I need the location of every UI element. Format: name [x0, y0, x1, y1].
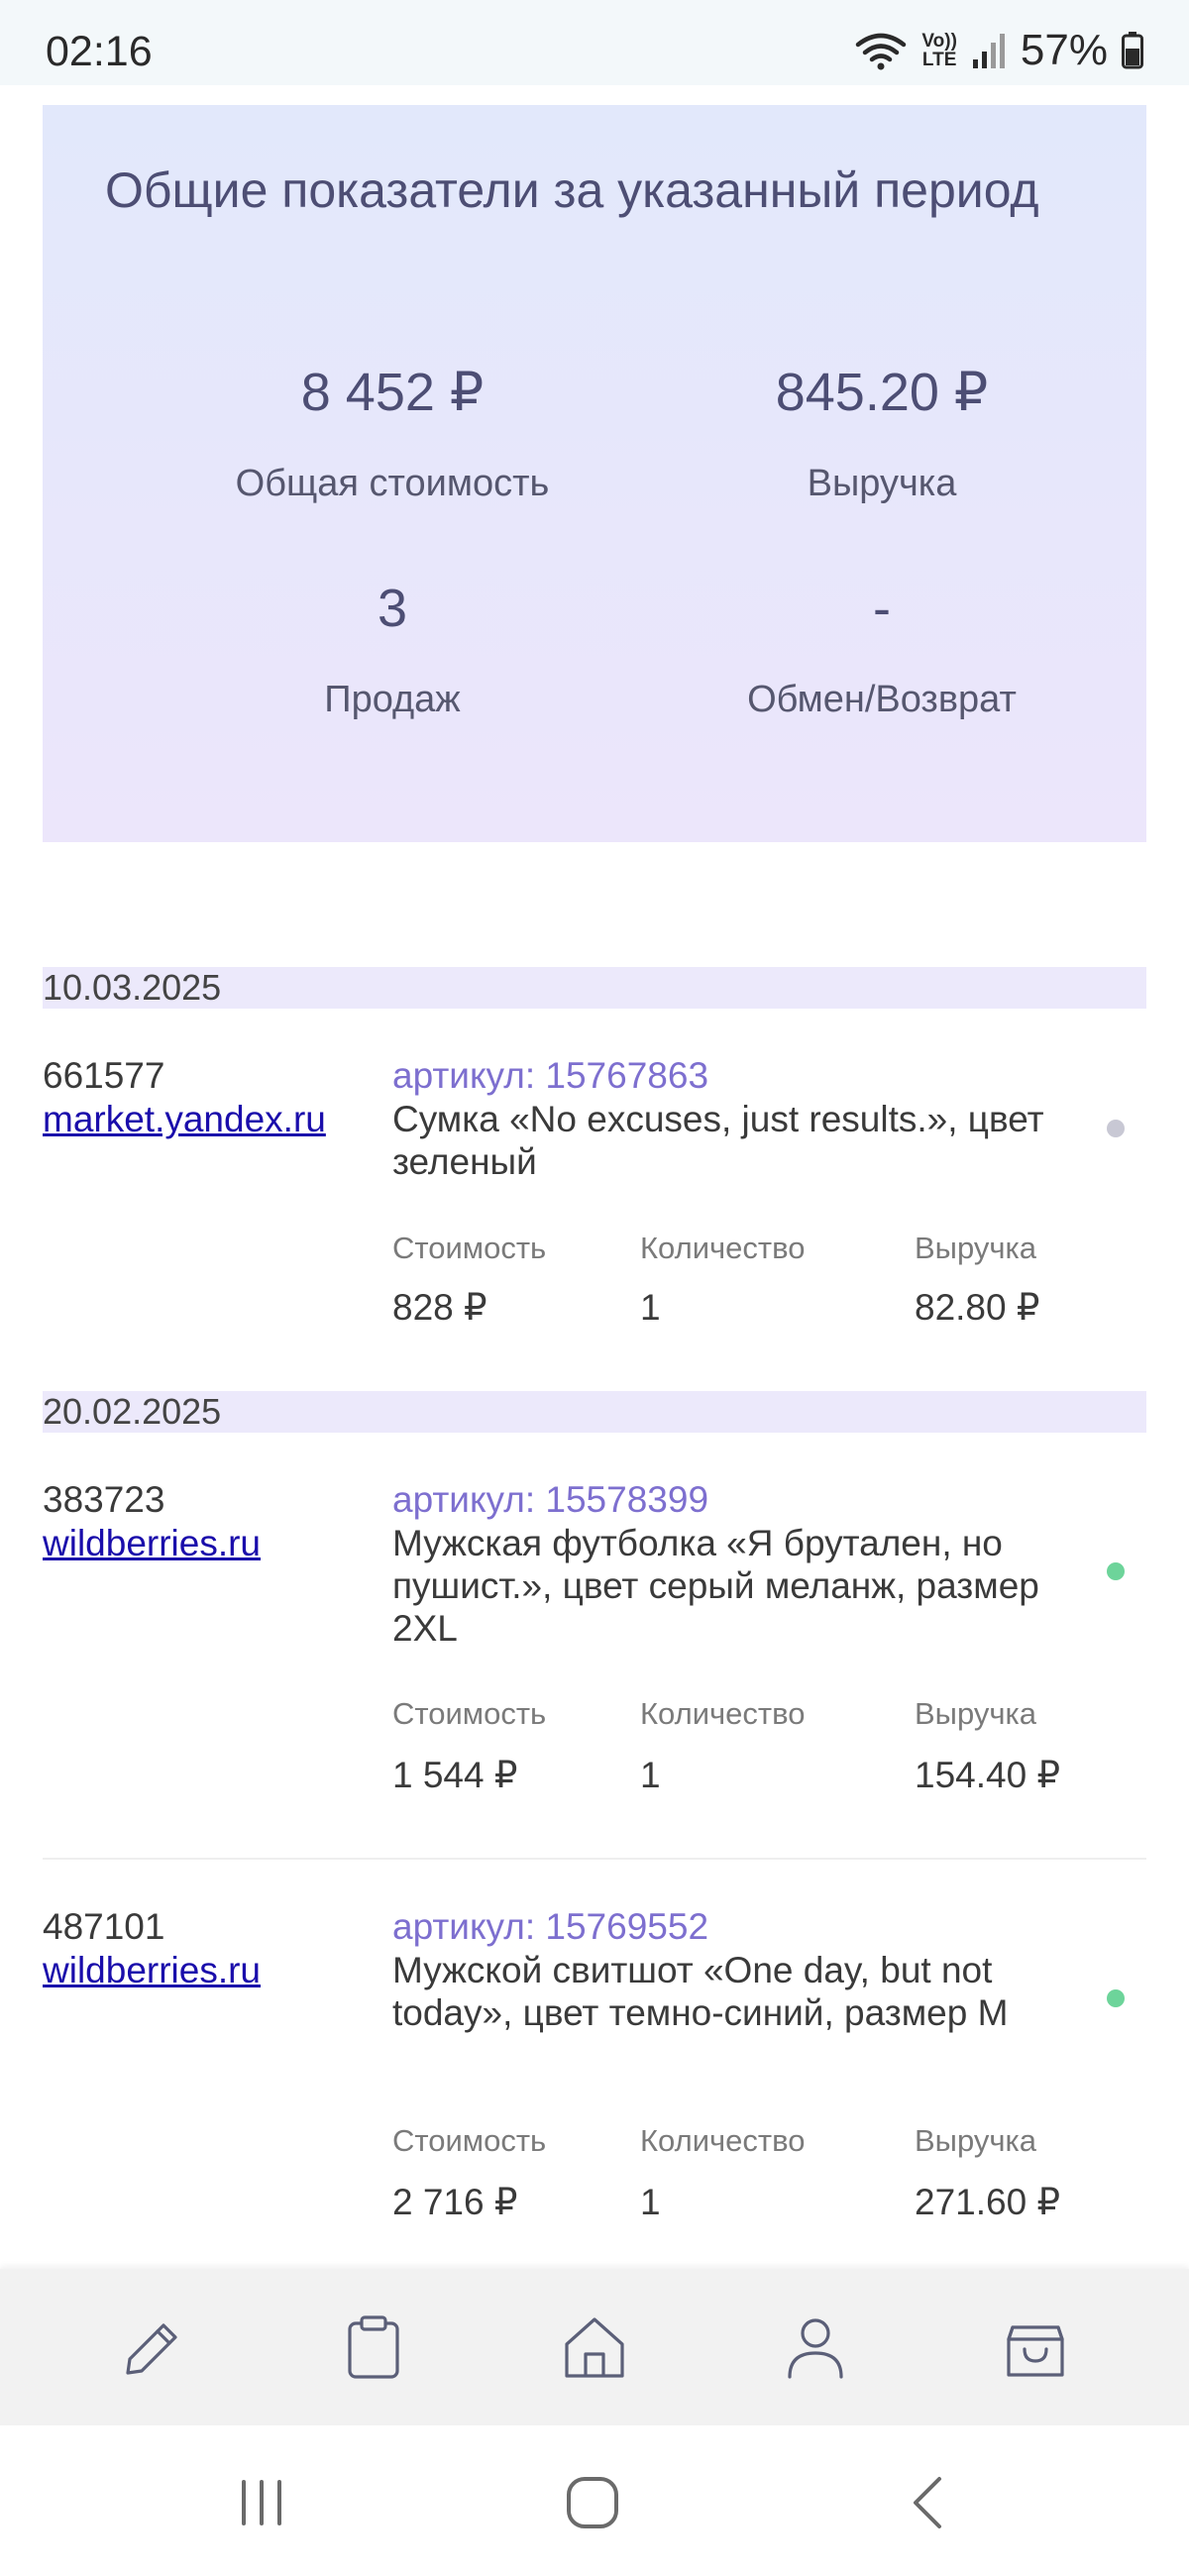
- summary-title: Общие показатели за указанный период: [105, 162, 1039, 218]
- sku-label: артикул: 15767863: [392, 1055, 709, 1096]
- store-link[interactable]: market.yandex.ru: [43, 1098, 326, 1141]
- system-back-button[interactable]: [898, 2473, 957, 2532]
- system-home-button[interactable]: [563, 2473, 622, 2532]
- revenue-value: 271.60 ₽: [915, 2182, 1060, 2222]
- quantity-value: 1: [640, 2182, 661, 2222]
- store-link[interactable]: wildberries.ru: [43, 1522, 261, 1565]
- status-time: 02:16: [46, 28, 153, 75]
- row-divider: [43, 1858, 1146, 1860]
- revenue-header: Выручка: [915, 2123, 1036, 2158]
- revenue-value: 845.20 ₽: [775, 363, 989, 422]
- status-icons: Vo)) LTE 57%: [854, 26, 1143, 75]
- order-id: 487101: [43, 1906, 165, 1947]
- date-header: 10.03.2025: [43, 967, 1146, 1009]
- sales-value: 3: [377, 579, 408, 638]
- cost-header: Стоимость: [392, 1231, 547, 1265]
- status-dot: [1107, 1989, 1125, 2007]
- battery-percent: 57%: [1020, 26, 1108, 74]
- cost-header: Стоимость: [392, 1696, 547, 1731]
- product-description: Сумка «No excuses, just results.», цвет …: [392, 1099, 1044, 1182]
- sales-label: Продаж: [324, 679, 461, 720]
- sku-label: артикул: 15578399: [392, 1479, 709, 1520]
- cost-value: 1 544 ₽: [392, 1755, 518, 1795]
- nav-edit-button[interactable]: [117, 2312, 186, 2382]
- total-cost-value: 8 452 ₽: [300, 363, 485, 422]
- nav-profile-button[interactable]: [781, 2312, 850, 2382]
- order-row[interactable]: 661577 market.yandex.ru артикул: 1576786…: [43, 1054, 1146, 1332]
- metric-returns: - Обмен/Возврат: [634, 579, 1130, 721]
- status-dot: [1107, 1562, 1125, 1580]
- system-nav-bar: [0, 2425, 1189, 2576]
- bottom-nav: [0, 2269, 1189, 2425]
- quantity-header: Количество: [640, 1231, 806, 1265]
- revenue-value: 82.80 ₽: [915, 1287, 1040, 1328]
- returns-label: Обмен/Возврат: [747, 679, 1017, 720]
- lte-indicator: Vo)) LTE: [921, 31, 957, 70]
- home-circle-icon: [567, 2477, 618, 2528]
- revenue-header: Выручка: [915, 1231, 1036, 1265]
- returns-value: -: [873, 579, 891, 638]
- clipboard-icon: [348, 2315, 399, 2379]
- revenue-label: Выручка: [807, 463, 957, 504]
- recent-apps-icon: [242, 2480, 281, 2525]
- product-description: Мужской свитшот «One day, but not today»…: [392, 1950, 1009, 2033]
- metric-revenue: 845.20 ₽ Выручка: [634, 363, 1130, 505]
- nav-home-button[interactable]: [560, 2312, 629, 2382]
- battery-icon: [1122, 32, 1143, 69]
- signal-icon: [972, 34, 1005, 68]
- metric-sales: 3 Продаж: [145, 579, 640, 721]
- home-icon: [565, 2317, 624, 2378]
- quantity-value: 1: [640, 1287, 661, 1328]
- quantity-header: Количество: [640, 1696, 806, 1731]
- nav-shop-button[interactable]: [1001, 2312, 1070, 2382]
- total-cost-label: Общая стоимость: [235, 463, 550, 504]
- summary-card: Общие показатели за указанный период 8 4…: [43, 105, 1146, 842]
- sku-label: артикул: 15769552: [392, 1906, 709, 1947]
- cost-value: 828 ₽: [392, 1287, 487, 1328]
- pencil-icon: [126, 2323, 177, 2375]
- nav-orders-button[interactable]: [339, 2312, 408, 2382]
- quantity-value: 1: [640, 1755, 661, 1795]
- revenue-header: Выручка: [915, 1696, 1036, 1731]
- shopping-bag-icon: [1007, 2325, 1064, 2377]
- back-icon: [914, 2477, 941, 2528]
- order-id: 661577: [43, 1055, 165, 1096]
- user-icon: [788, 2318, 843, 2379]
- wifi-icon: [856, 33, 907, 70]
- order-row[interactable]: 487101 wildberries.ru артикул: 15769552 …: [43, 1905, 1146, 2232]
- store-link[interactable]: wildberries.ru: [43, 1949, 261, 1992]
- product-description: Мужская футболка «Я брутален, но пушист.…: [392, 1523, 1039, 1649]
- status-dot: [1107, 1120, 1125, 1137]
- recent-apps-button[interactable]: [232, 2473, 291, 2532]
- cost-value: 2 716 ₽: [392, 2182, 518, 2222]
- revenue-value: 154.40 ₽: [915, 1755, 1060, 1795]
- status-bar: 02:16 Vo)) LTE 57%: [0, 0, 1189, 85]
- metric-total-cost: 8 452 ₽ Общая стоимость: [145, 363, 640, 505]
- date-header: 20.02.2025: [43, 1391, 1146, 1433]
- quantity-header: Количество: [640, 2123, 806, 2158]
- cost-header: Стоимость: [392, 2123, 547, 2158]
- order-row[interactable]: 383723 wildberries.ru артикул: 15578399 …: [43, 1478, 1146, 1805]
- order-id: 383723: [43, 1479, 165, 1520]
